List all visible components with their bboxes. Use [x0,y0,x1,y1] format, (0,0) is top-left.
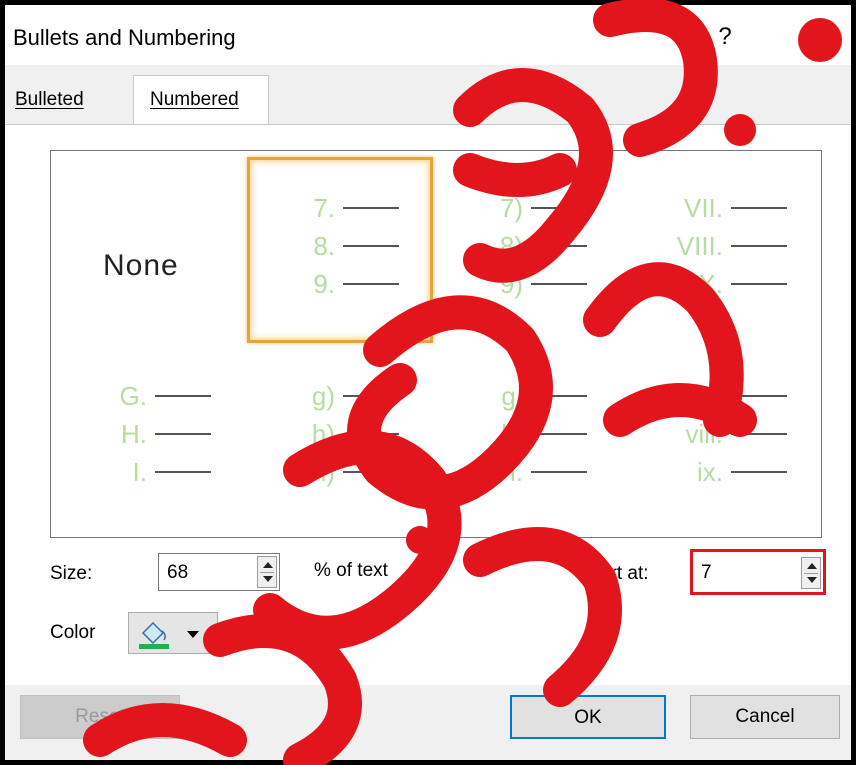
cancel-button[interactable]: Cancel [690,695,840,739]
none-label: None [103,249,179,282]
size-label: Size: [50,563,93,584]
tab-bulleted[interactable]: Bulleted [15,89,84,111]
close-icon [806,26,826,46]
list-line: g. [485,377,587,415]
list-line: h. [485,415,587,453]
gallery-item-lower-alpha-paren[interactable]: g) h) i) [247,349,435,525]
list-line: H. [109,415,211,453]
spin-down-icon [263,576,273,582]
size-suffix: % of text [314,560,388,581]
start-at-spinner[interactable]: 7 [690,549,826,595]
start-at-value: 7 [701,562,712,583]
dialog-title: Bullets and Numbering [13,25,236,50]
gallery-item-upper-roman[interactable]: VII. VIII. IX. [623,161,811,337]
color-picker-button[interactable] [128,612,218,654]
list-line: g) [297,377,399,415]
size-spinner[interactable]: 68 [158,553,280,591]
tab-bulleted-label: Bulleted [15,89,84,110]
tab-numbered-label: Numbered [150,89,239,110]
gallery-item-arabic-period[interactable]: 7. 8. 9. [247,161,435,337]
list-line: 8. [297,227,399,265]
list-line: G. [109,377,211,415]
reset-button[interactable]: Reset [20,695,180,739]
spin-up-icon [807,563,817,569]
size-value: 68 [167,562,189,583]
help-button[interactable]: ? [705,19,745,55]
gallery-item-lower-alpha-period[interactable]: g. h. i. [435,349,623,525]
numbering-gallery: None 7. 8. 9. 7) 8) 9) VII. VIII. IX. G.… [50,150,822,538]
list-line: ix. [663,453,787,491]
list-line: 7. [297,189,399,227]
tab-numbered[interactable]: Numbered [133,75,269,127]
list-line: VII. [663,189,787,227]
spin-up-icon [263,562,273,568]
paint-bucket-icon [139,621,199,649]
list-line: h) [297,415,399,453]
tab-strip: Bulleted Numbered [5,65,851,127]
bullets-numbering-dialog: Bullets and Numbering ? Bulleted Numbere… [0,0,856,765]
list-line: i) [297,453,399,491]
gallery-item-lower-roman[interactable]: vii. viii. ix. [623,349,811,525]
start-at-spin-arrows[interactable] [801,557,821,589]
spin-down-icon [807,577,817,583]
list-line: VIII. [663,227,787,265]
list-line: 9) [485,265,587,303]
start-at-label: Start at: [582,563,649,584]
list-line: 9. [297,265,399,303]
ok-button[interactable]: OK [510,695,666,739]
list-line: i. [485,453,587,491]
list-line: I. [109,453,211,491]
gallery-item-upper-alpha[interactable]: G. H. I. [59,349,247,525]
list-line: 8) [485,227,587,265]
title-bar: Bullets and Numbering ? [5,5,851,65]
size-spin-arrows[interactable] [257,556,277,588]
list-line: vii. [663,377,787,415]
gallery-item-none[interactable]: None [59,161,247,337]
gallery-item-arabic-paren[interactable]: 7) 8) 9) [435,161,623,337]
close-button[interactable] [793,17,837,57]
list-line: viii. [663,415,787,453]
list-line: IX. [663,265,787,303]
list-line: 7) [485,189,587,227]
color-label: Color [50,622,96,643]
